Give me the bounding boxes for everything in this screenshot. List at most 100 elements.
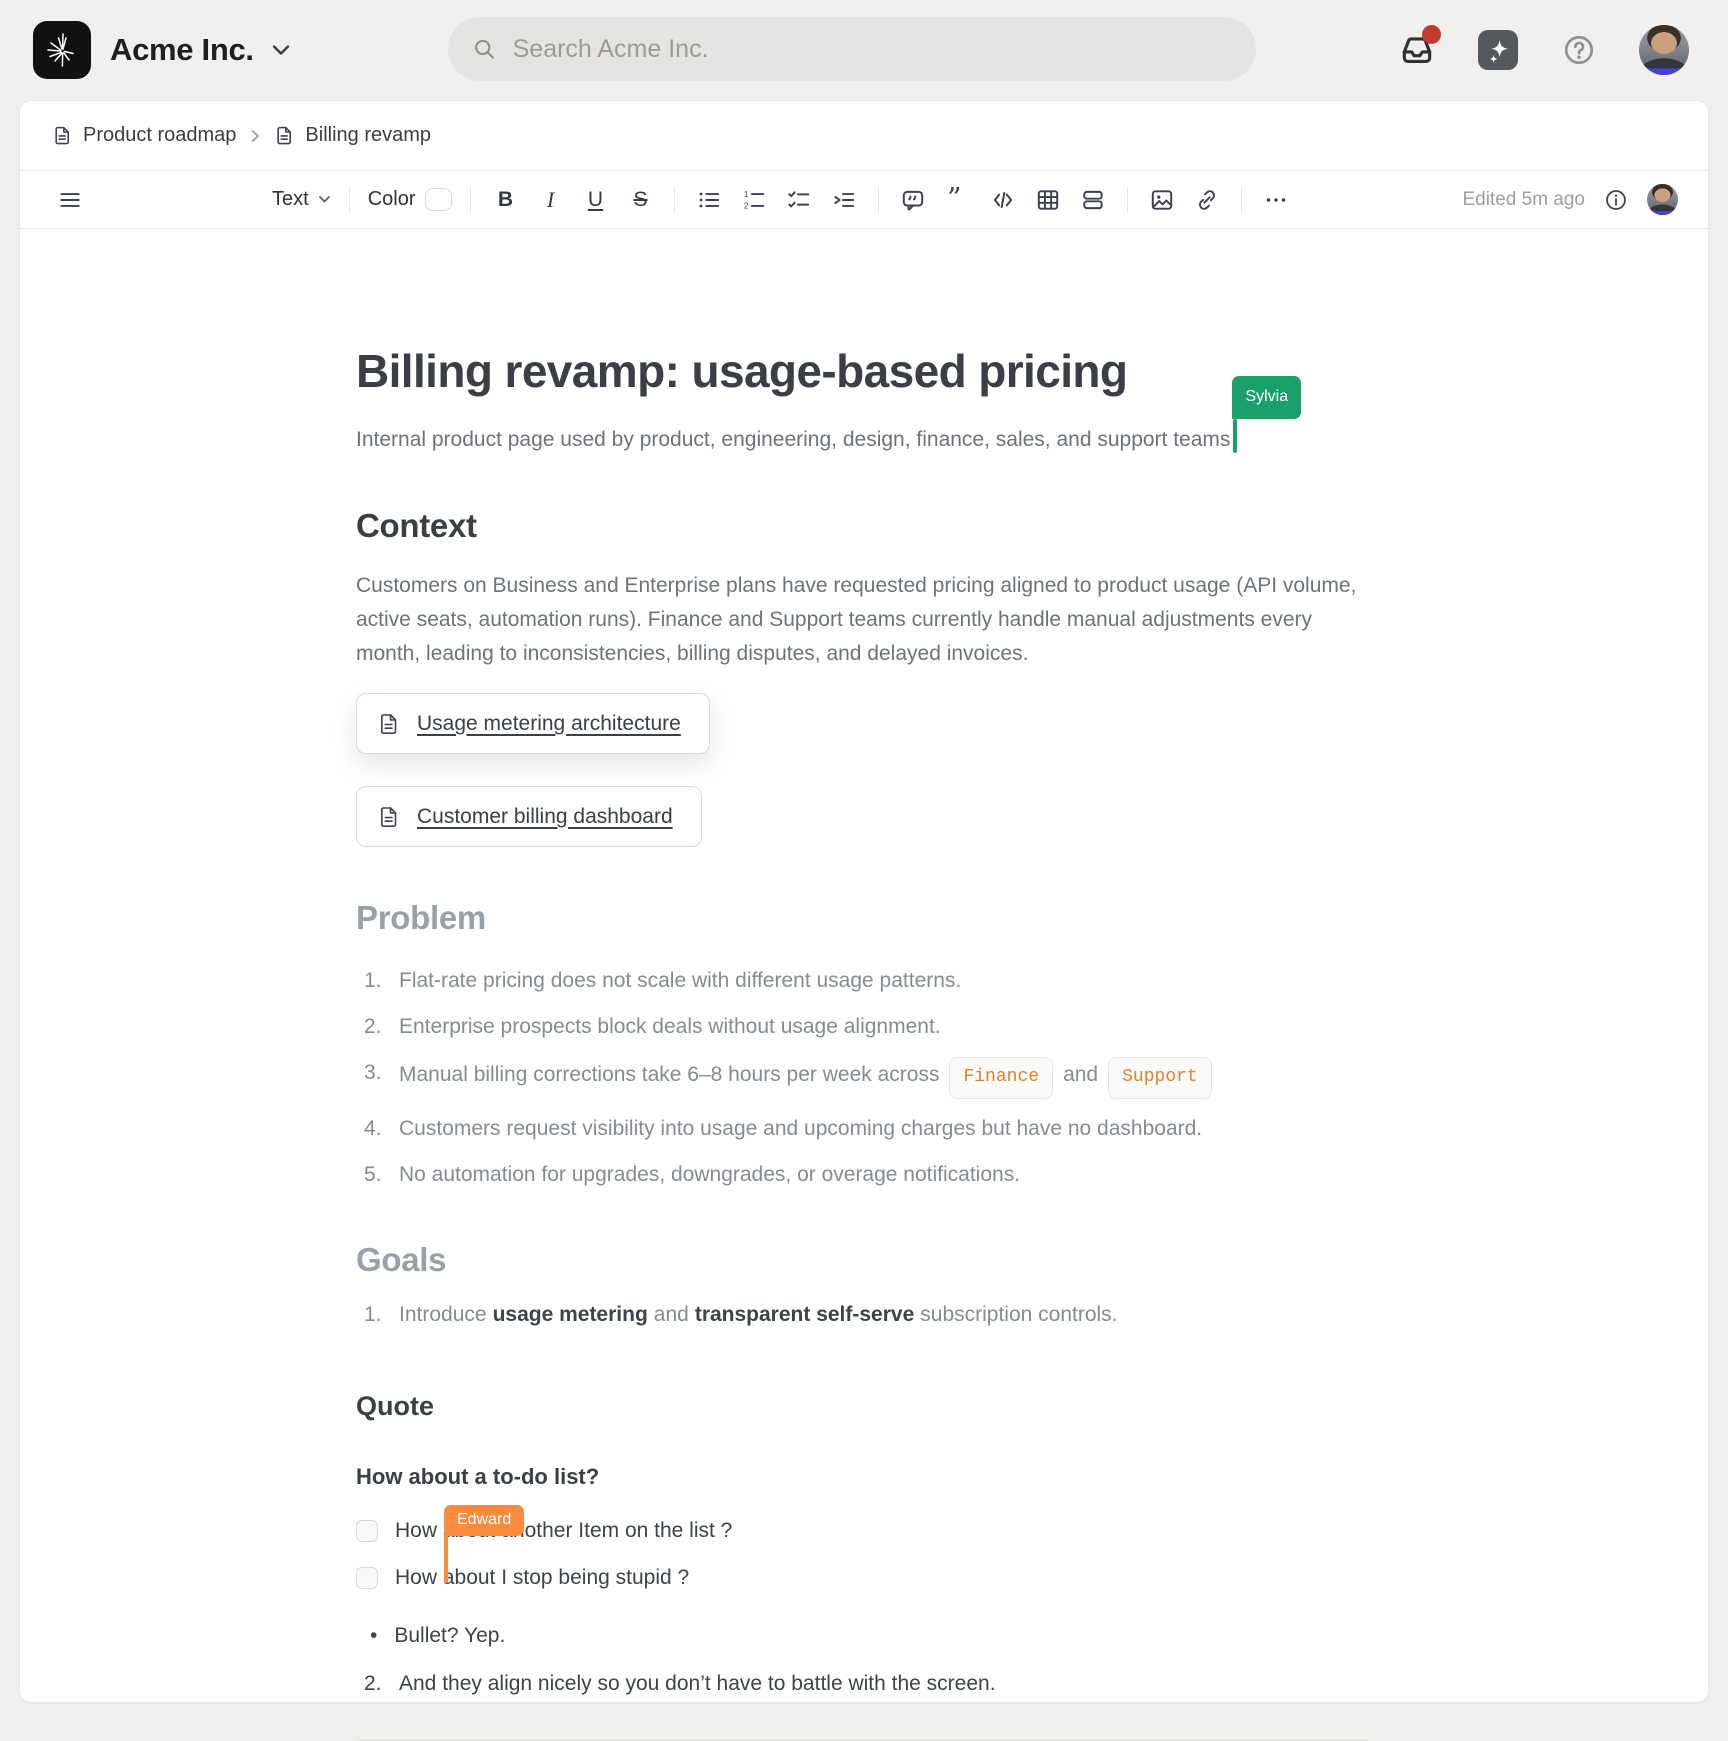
list-number: 1. [364, 1299, 390, 1331]
breadcrumb: Product roadmap Billing revamp [20, 101, 1708, 171]
breadcrumb-label: Billing revamp [305, 124, 431, 147]
section-split-button[interactable] [1073, 180, 1113, 220]
list-text: Flat-rate pricing does not scale with di… [399, 965, 961, 997]
list-number: 1. [364, 965, 390, 997]
link-button[interactable] [1187, 180, 1227, 220]
list-number: 3. [364, 1057, 390, 1099]
bullet-item[interactable]: • Bullet? Yep. [356, 1621, 1368, 1651]
svg-text:1: 1 [744, 189, 749, 198]
italic-button[interactable]: I [530, 180, 570, 220]
list-number: 4. [364, 1113, 390, 1145]
code-icon [990, 187, 1016, 213]
list-item[interactable]: 4. Customers request visibility into usa… [364, 1113, 1368, 1145]
list-item[interactable]: 1. Flat-rate pricing does not scale with… [364, 965, 1368, 997]
page-title[interactable]: Billing revamp: usage-based pricing [356, 347, 1368, 395]
collaborator-cursor-sylvia: Sylvia [1233, 419, 1237, 453]
editor-avatar[interactable] [1647, 184, 1678, 215]
heading-context[interactable]: Context [356, 507, 1368, 545]
bullet-list-button[interactable] [689, 180, 729, 220]
list-item[interactable]: 1. Introduceusage meteringandtransparent… [364, 1299, 1368, 1331]
breadcrumb-item-billing-revamp[interactable]: Billing revamp [274, 124, 431, 147]
color-label: Color [368, 188, 416, 211]
collaborator-cursor-edward: Edward [444, 1505, 524, 1583]
list-item[interactable]: 5. No automation for upgrades, downgrade… [364, 1159, 1368, 1191]
toggle-list-button[interactable] [824, 180, 864, 220]
user-avatar[interactable] [1639, 25, 1689, 75]
todo-list-button[interactable] [779, 180, 819, 220]
split-rows-icon [1080, 187, 1106, 213]
list-text: Manual billing corrections take 6–8 hour… [399, 1057, 1222, 1099]
page-subtitle[interactable]: Internal product page used by product, e… [356, 419, 1368, 455]
bullet-glyph: • [370, 1621, 377, 1651]
numbered-item[interactable]: 2. And they align nicely so you don’t ha… [356, 1669, 1368, 1699]
list-number: 5. [364, 1159, 390, 1191]
list-text-fragment: Introduce [399, 1303, 487, 1326]
heading-quote[interactable]: Quote [356, 1391, 1368, 1422]
info-icon[interactable] [1604, 188, 1628, 212]
search-input[interactable] [513, 35, 1232, 64]
todo-list-icon [786, 187, 812, 213]
text-style-dropdown[interactable]: Text [268, 180, 335, 220]
svg-text:”: ” [948, 187, 962, 213]
workspace-name: Acme Inc. [110, 32, 254, 68]
heading-goals[interactable]: Goals [356, 1241, 1368, 1279]
search-bar[interactable] [448, 17, 1256, 81]
assistant-button[interactable] [1477, 29, 1519, 71]
color-picker-button[interactable]: Color [364, 180, 457, 220]
table-icon [1035, 187, 1061, 213]
assistant-tile [1478, 30, 1518, 70]
breadcrumb-separator-icon [248, 127, 262, 145]
code-button[interactable] [983, 180, 1023, 220]
svg-text:2: 2 [744, 201, 749, 210]
hamburger-icon [57, 187, 83, 213]
list-item[interactable]: 2. Enterprise prospects block deals with… [364, 1011, 1368, 1043]
list-text: No automation for upgrades, downgrades, … [399, 1159, 1020, 1191]
link-card-billing-dashboard[interactable]: Customer billing dashboard [356, 786, 702, 847]
page-icon [52, 124, 73, 147]
list-text: Enterprise prospects block deals without… [399, 1011, 941, 1043]
comment-icon [900, 187, 926, 213]
checkbox[interactable] [356, 1567, 378, 1589]
inbox-button[interactable] [1396, 29, 1438, 71]
numbered-list-icon: 1 2 [741, 187, 767, 213]
strikethrough-button[interactable]: S [620, 180, 660, 220]
table-button[interactable] [1028, 180, 1068, 220]
list-text-bold: transparent self-serve [695, 1303, 914, 1326]
heading-problem[interactable]: Problem [356, 899, 1368, 937]
toolbar-right-group: Edited 5m ago [1462, 184, 1678, 215]
tag-finance[interactable]: Finance [949, 1057, 1053, 1099]
toolbar-divider [470, 187, 471, 213]
todo-heading[interactable]: How about a to-do list? [356, 1464, 1368, 1490]
comment-button[interactable] [893, 180, 933, 220]
bullet-list-icon [696, 187, 722, 213]
todo-item[interactable]: How about another Item on the list ? Edw… [356, 1516, 1368, 1546]
breadcrumb-item-product-roadmap[interactable]: Product roadmap [52, 124, 236, 147]
breadcrumb-label: Product roadmap [83, 124, 236, 147]
numbered-list-button[interactable]: 1 2 [734, 180, 774, 220]
toolbar-divider [674, 187, 675, 213]
search-icon [472, 36, 497, 62]
list-text-bold: usage metering [493, 1303, 648, 1326]
list-number: 2. [364, 1011, 390, 1043]
list-item[interactable]: 3. Manual billing corrections take 6–8 h… [364, 1057, 1368, 1099]
link-card-label: Usage metering architecture [417, 712, 681, 736]
link-card-usage-metering[interactable]: Usage metering architecture [356, 693, 710, 754]
tag-support[interactable]: Support [1108, 1057, 1212, 1099]
editor-toolbar: Text Color B I U S [20, 171, 1708, 229]
drag-handle-menu-button[interactable] [50, 180, 90, 220]
bold-button[interactable]: B [485, 180, 525, 220]
color-swatch [425, 188, 452, 211]
list-text: Customers request visibility into usage … [399, 1113, 1202, 1145]
help-button[interactable] [1558, 29, 1600, 71]
context-paragraph[interactable]: Customers on Business and Enterprise pla… [356, 569, 1368, 671]
workspace-switcher[interactable]: Acme Inc. [33, 21, 291, 79]
blockquote-button[interactable]: ” [938, 180, 978, 220]
image-button[interactable] [1142, 180, 1182, 220]
sparkle-icon [1485, 37, 1511, 63]
goals-list: 1. Introduceusage meteringandtransparent… [356, 1299, 1368, 1331]
checkbox[interactable] [356, 1520, 378, 1542]
underline-button[interactable]: U [575, 180, 615, 220]
chevron-down-icon [271, 44, 291, 57]
collaborator-flag-edward: Edward [444, 1505, 524, 1536]
more-button[interactable] [1256, 180, 1296, 220]
